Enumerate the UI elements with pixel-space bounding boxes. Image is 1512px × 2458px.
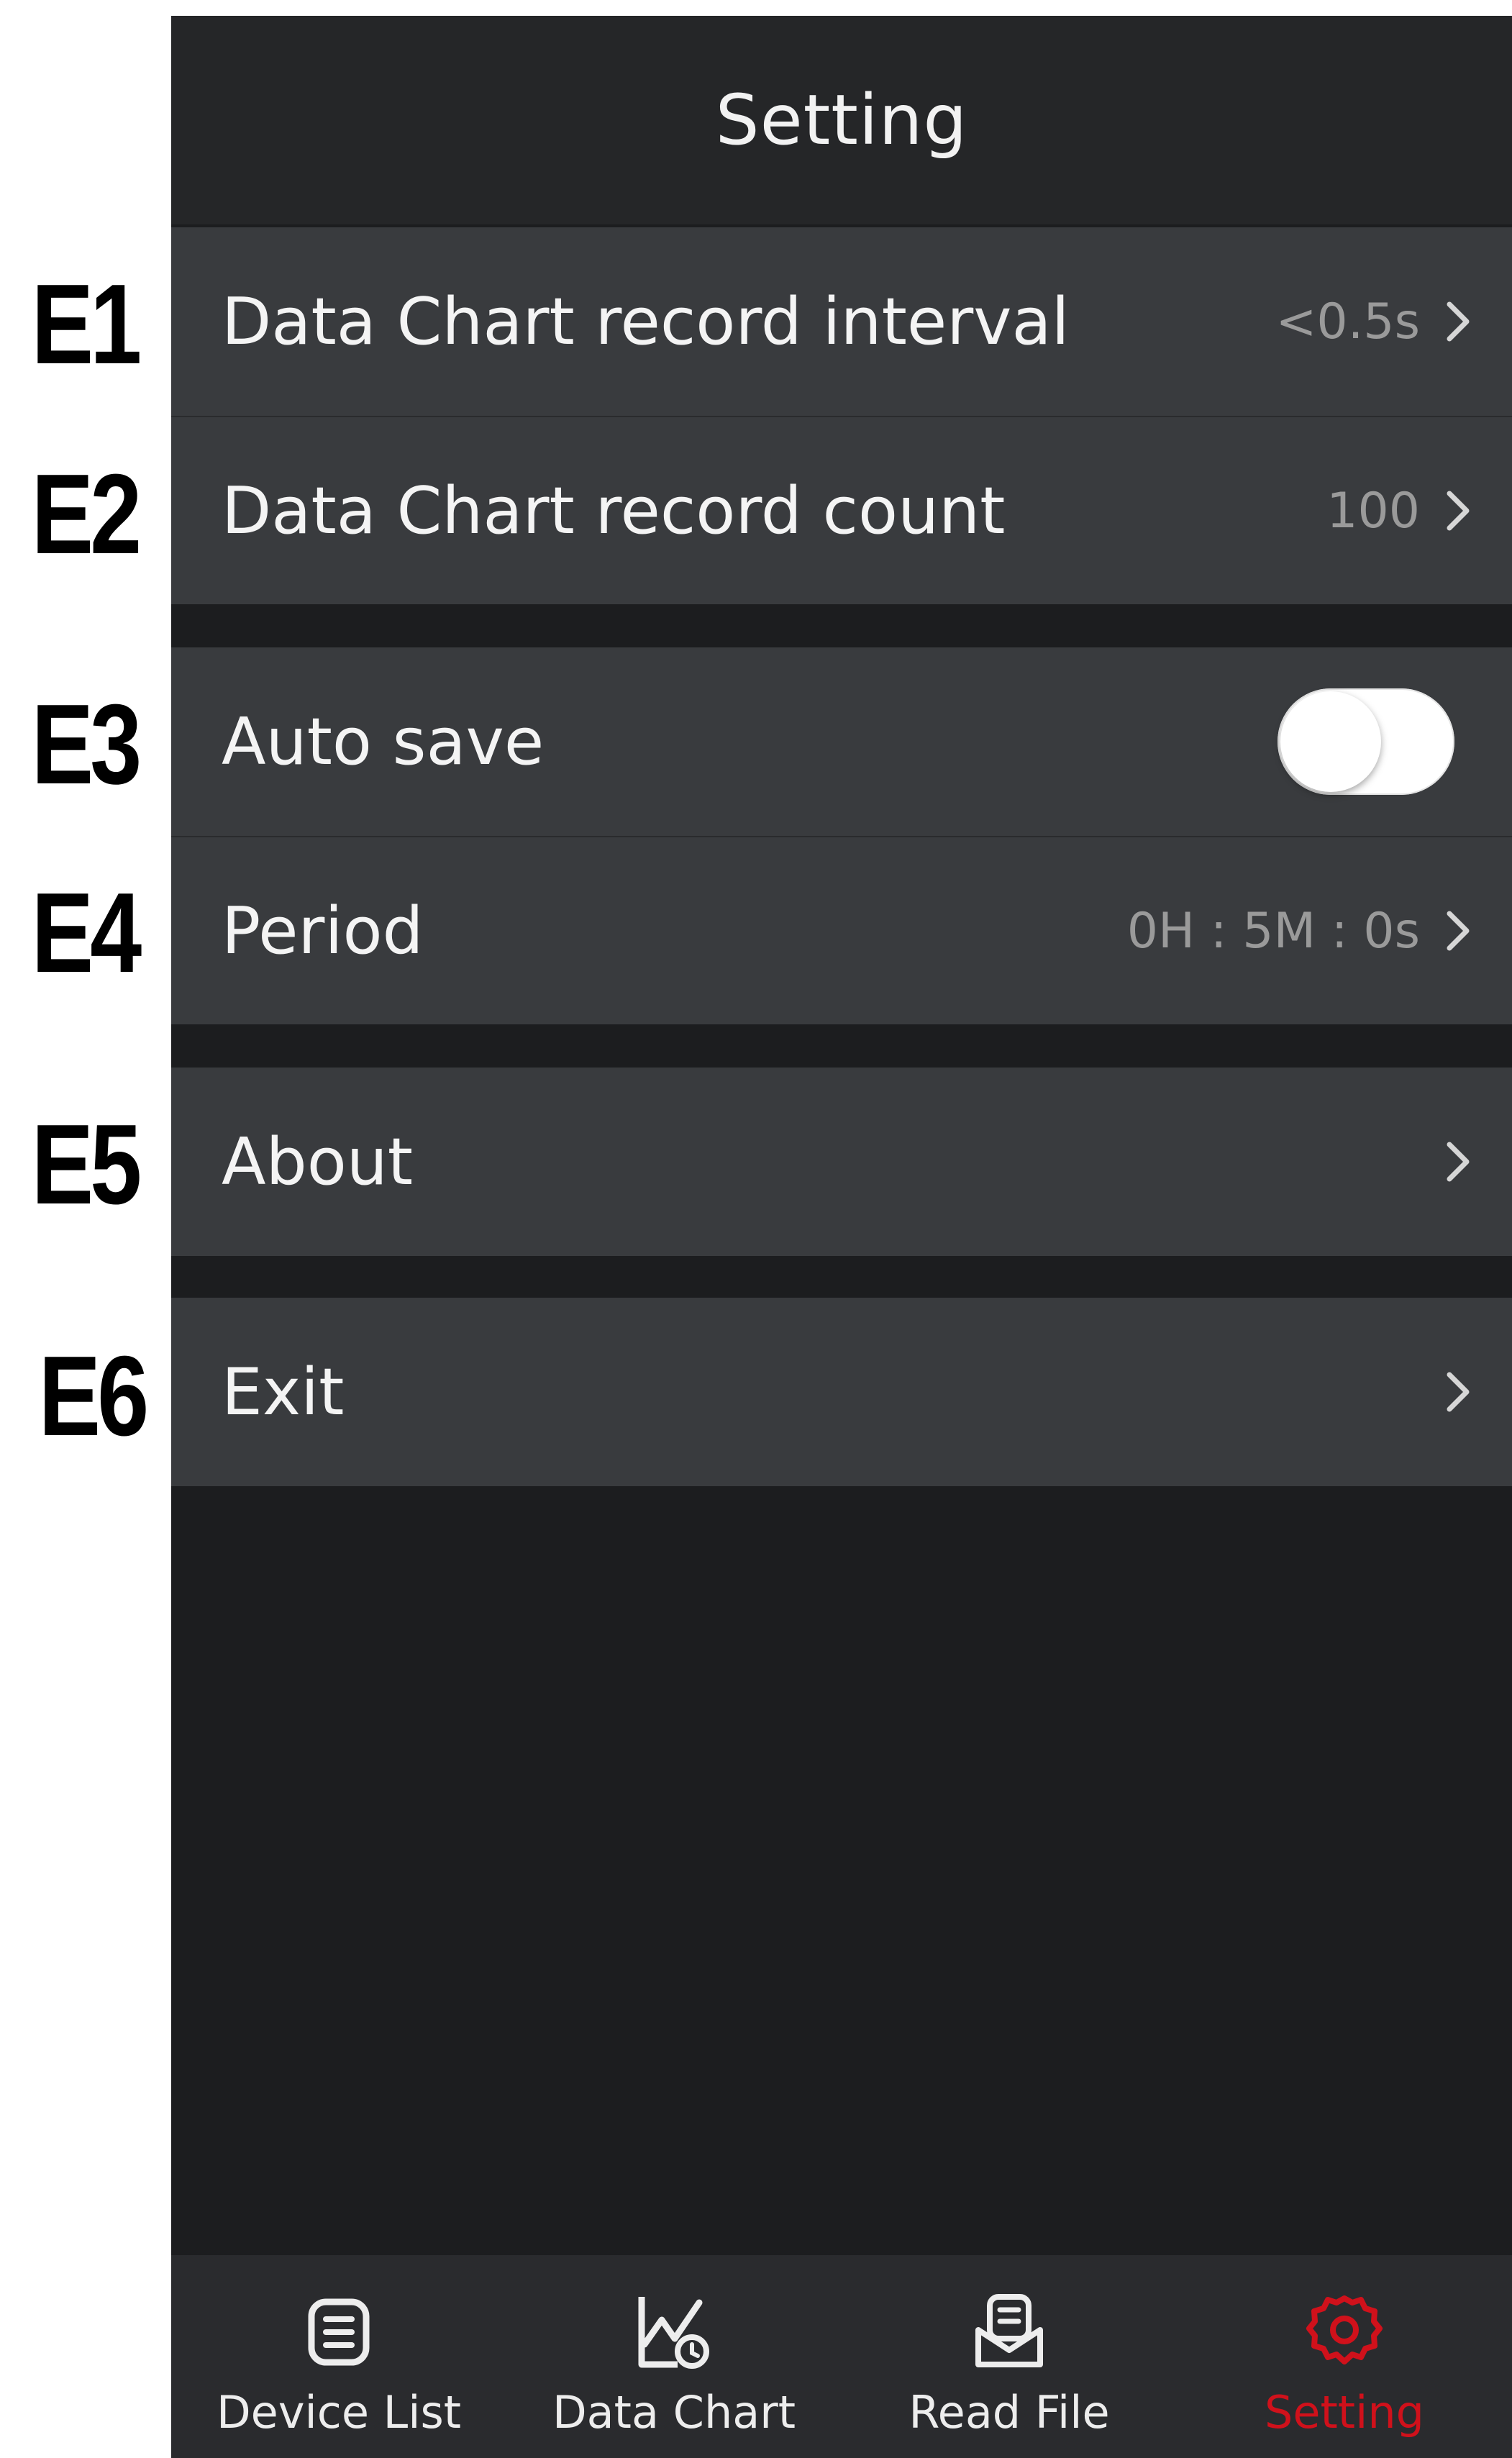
- chevron-right-icon: [1440, 1137, 1476, 1187]
- callout-e6: E6: [38, 1333, 150, 1460]
- callout-e3: E3: [31, 681, 142, 808]
- row-label: Auto save: [222, 704, 545, 780]
- chevron-right-icon: [1440, 906, 1476, 956]
- tab-label: Device List: [216, 2386, 462, 2439]
- read-file-icon: [970, 2293, 1049, 2372]
- row-record-count[interactable]: Data Chart record count 100: [171, 416, 1512, 604]
- row-value: 0H : 5M : 0s: [1126, 902, 1420, 960]
- row-value: <0.5s: [1275, 293, 1420, 350]
- tab-label: Read File: [908, 2386, 1110, 2439]
- tab-setting[interactable]: Setting: [1177, 2255, 1512, 2458]
- row-period[interactable]: Period 0H : 5M : 0s: [171, 836, 1512, 1024]
- tab-read-file[interactable]: Read File: [842, 2255, 1177, 2458]
- callout-e4: E4: [31, 870, 142, 996]
- row-label: Exit: [222, 1354, 345, 1430]
- row-label: Data Chart record count: [222, 473, 1006, 549]
- toggle-knob: [1280, 691, 1381, 792]
- page-title: Setting: [715, 80, 968, 160]
- chevron-right-icon: [1440, 296, 1476, 347]
- tab-label: Data Chart: [552, 2386, 796, 2439]
- bottom-tab-bar: Device List Data Chart Read File Setting: [171, 2255, 1512, 2458]
- callout-e2: E2: [31, 451, 142, 578]
- chevron-right-icon: [1440, 1367, 1476, 1417]
- row-label: Period: [222, 893, 424, 969]
- row-record-interval[interactable]: Data Chart record interval <0.5s: [171, 227, 1512, 416]
- chart-clock-icon: [634, 2293, 714, 2372]
- tab-data-chart[interactable]: Data Chart: [506, 2255, 842, 2458]
- chevron-right-icon: [1440, 486, 1476, 536]
- row-about[interactable]: About: [171, 1068, 1512, 1256]
- tab-label: Setting: [1265, 2386, 1424, 2439]
- list-icon: [299, 2293, 378, 2372]
- auto-save-toggle[interactable]: [1278, 688, 1454, 795]
- header-bar: Setting: [171, 16, 1512, 224]
- callout-e5: E5: [31, 1101, 142, 1228]
- settings-screen: Setting Data Chart record interval <0.5s…: [171, 16, 1512, 2458]
- callout-e1: E1: [31, 261, 142, 388]
- row-label: Data Chart record interval: [222, 283, 1070, 360]
- row-value: 100: [1326, 482, 1420, 540]
- row-exit[interactable]: Exit: [171, 1298, 1512, 1486]
- page: E1 E2 E3 E4 E5 E6 Setting Data Chart rec…: [0, 0, 1512, 2458]
- tab-device-list[interactable]: Device List: [171, 2255, 506, 2458]
- gear-icon: [1305, 2293, 1384, 2372]
- row-auto-save: Auto save: [171, 647, 1512, 836]
- row-label: About: [222, 1124, 414, 1200]
